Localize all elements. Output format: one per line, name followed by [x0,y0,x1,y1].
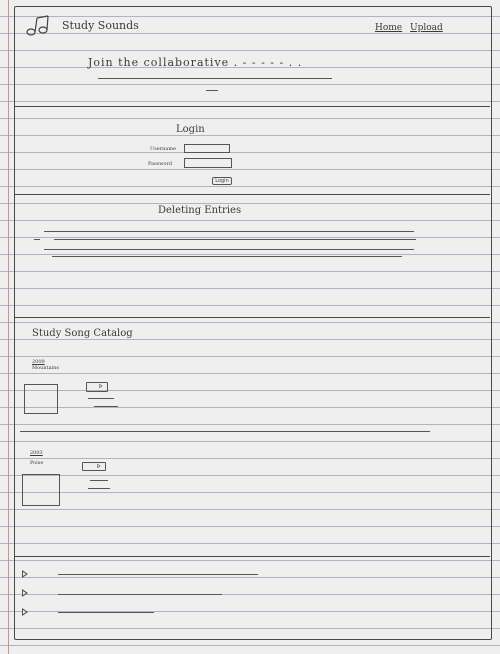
catalog-title: Study Song Catalog [32,328,133,339]
username-input[interactable] [184,144,230,153]
hero-title: Join the collaborative . - - - - - . . [88,56,303,69]
play-button[interactable] [82,462,106,471]
album-art [22,474,60,506]
page-frame [14,6,492,640]
music-note-icon [26,15,49,36]
item-detail-line-1 [88,398,114,399]
hero-dash [206,90,218,91]
item-detail-line-2 [94,406,118,407]
section-divider-1 [14,106,490,107]
section-divider-3 [14,317,490,318]
entry-line-4 [52,256,402,257]
login-button[interactable]: Login [212,177,232,185]
item-detail-line-1 [90,480,108,481]
brand-name[interactable]: Study Sounds [62,19,139,32]
play-icon[interactable] [22,570,28,578]
track-line-3 [58,612,154,613]
catalog-item-artist: Poise [30,460,44,466]
play-icon[interactable] [22,608,28,616]
catalog-item-divider [20,431,430,432]
section-divider-4 [14,556,490,557]
catalog-item-artist: Mountains [32,365,59,371]
entry-line-3 [44,249,414,250]
password-label: Password [148,161,173,167]
play-button[interactable] [86,382,108,392]
nav-upload-link[interactable]: Upload [410,23,443,33]
entry-bullet [34,239,40,240]
hero-underline [98,78,332,79]
catalog-item-year: 2003 [30,450,43,456]
play-icon [99,383,103,389]
margin-line [8,0,9,654]
track-line-2 [58,594,222,595]
play-icon[interactable] [22,589,28,597]
username-label: Username [150,146,177,152]
nav-home-link[interactable]: Home [375,23,402,33]
item-detail-line-2 [88,488,110,489]
password-input[interactable] [184,158,232,168]
section-divider-2 [14,194,490,195]
entry-line-1 [44,231,414,232]
login-title: Login [176,124,205,135]
play-icon [97,463,101,469]
album-art [24,384,58,414]
track-line-1 [58,574,258,575]
deleting-title: Deleting Entries [158,205,242,216]
entry-line-2 [54,239,416,240]
